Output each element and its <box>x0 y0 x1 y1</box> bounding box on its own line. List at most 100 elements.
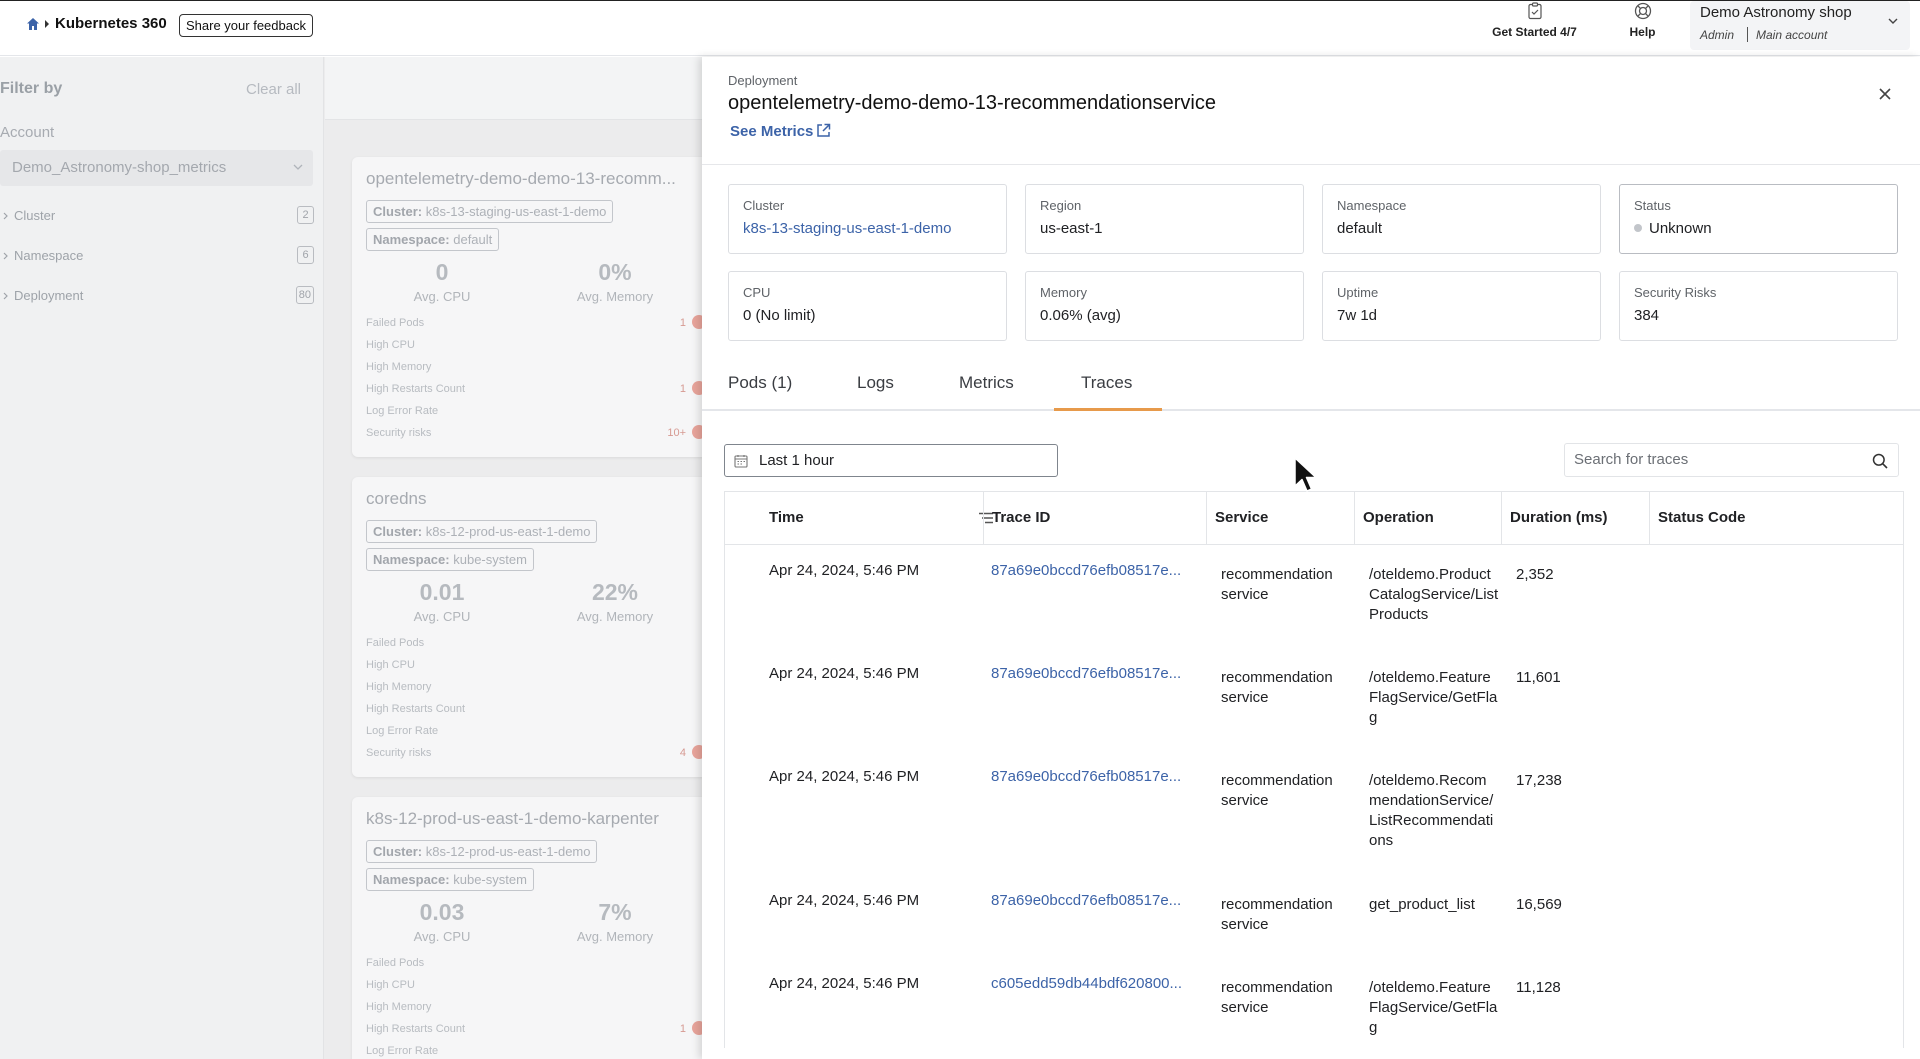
cell-trace-id[interactable]: 87a69e0bccd76efb08517e... <box>991 767 1191 787</box>
share-feedback-button[interactable]: Share your feedback <box>179 14 313 37</box>
trace-search-input[interactable] <box>1574 451 1859 468</box>
traces-table: Time Trace ID Service Operation Duration… <box>724 491 1904 1048</box>
info-value: 0.06% (avg) <box>1040 307 1121 324</box>
filter-group-count: 80 <box>295 286 314 304</box>
info-card-namespace: Namespace default <box>1322 184 1601 254</box>
tag-key: Cluster: <box>373 844 423 859</box>
filter-group-deployment[interactable]: Deployment 80 <box>0 285 314 307</box>
column-header-time[interactable]: Time <box>761 492 1011 544</box>
stat-value: 0% <box>598 259 632 285</box>
tab-traces[interactable]: Traces <box>1081 373 1132 393</box>
column-header-trace-id[interactable]: Trace ID <box>983 492 1206 544</box>
metric-label: Failed Pods <box>366 317 425 329</box>
metric-label: Security risks <box>366 747 432 759</box>
clear-all-link[interactable]: Clear all <box>246 81 301 98</box>
column-header-operation[interactable]: Operation <box>1354 492 1501 544</box>
account-filter-select[interactable]: Demo_Astronomy-shop_metrics <box>0 150 313 186</box>
column-label: Operation <box>1363 509 1434 526</box>
metric-row: High CPU <box>366 659 702 675</box>
home-icon[interactable] <box>26 17 40 31</box>
search-icon[interactable] <box>1872 453 1888 469</box>
info-label: Cluster <box>743 198 785 213</box>
filter-group-namespace[interactable]: Namespace 6 <box>0 245 314 267</box>
metric-label: High Memory <box>366 681 432 693</box>
account-filter-value: Demo_Astronomy-shop_metrics <box>12 159 227 176</box>
info-card-region: Region us-east-1 <box>1025 184 1304 254</box>
card-title: opentelemetry-demo-demo-13-recomm... <box>366 169 676 188</box>
deployment-card[interactable]: coredns Cluster: k8s-12-prod-us-east-1-d… <box>352 477 702 777</box>
see-metrics-label: See Metrics <box>730 123 814 140</box>
cell-duration: 2,352 <box>1516 566 1554 583</box>
mouse-cursor-icon <box>1294 457 1317 492</box>
cluster-tag: Cluster: k8s-12-prod-us-east-1-demo <box>366 840 598 863</box>
table-row[interactable]: Apr 24, 2024, 5:46 PM 87a69e0bccd76efb08… <box>725 648 1903 751</box>
drawer-divider <box>702 164 1920 165</box>
tab-logs[interactable]: Logs <box>857 373 894 393</box>
cell-service: recommendation service <box>1221 566 1333 603</box>
help-button[interactable]: Help <box>1620 1 1665 39</box>
info-value: us-east-1 <box>1040 220 1103 237</box>
time-range-picker[interactable]: Last 1 hour <box>724 444 1058 477</box>
metric-label: Failed Pods <box>366 637 425 649</box>
breadcrumb-title[interactable]: Kubernetes 360 <box>55 15 167 32</box>
status-value: Unknown <box>1634 220 1712 237</box>
tag-value: default <box>453 232 493 247</box>
metric-row: Failed Pods <box>366 957 702 973</box>
alert-dot <box>692 315 702 329</box>
cell-trace-id[interactable]: 87a69e0bccd76efb08517e... <box>991 664 1191 684</box>
filter-group-cluster[interactable]: Cluster 2 <box>0 205 314 227</box>
cell-operation: /oteldemo.FeatureFlagService/GetFlag <box>1369 669 1498 726</box>
chevron-down-icon <box>293 164 303 170</box>
cell-operation: /oteldemo.ProductCatalogService/ListProd… <box>1369 566 1499 623</box>
stat-value: 0.03 <box>419 899 465 925</box>
cell-trace-id[interactable]: c605edd59db44bdf620800... <box>991 974 1191 994</box>
time-range-value: Last 1 hour <box>759 452 835 469</box>
cell-time: Apr 24, 2024, 5:46 PM <box>769 768 920 785</box>
avg-cpu-stat: 0.03 Avg. CPU <box>367 899 517 944</box>
cluster-tag: Cluster: k8s-13-staging-us-east-1-demo <box>366 200 614 223</box>
top-header: Kubernetes 360 Share your feedback Get S… <box>0 0 1920 56</box>
column-label: Service <box>1215 509 1269 526</box>
chevron-right-icon <box>3 292 8 300</box>
alert-dot <box>692 381 702 395</box>
metric-row: Log Error Rate <box>366 1045 702 1059</box>
account-switcher[interactable]: Demo Astronomy shop Admin Main account <box>1690 1 1910 50</box>
metric-row: High CPU <box>366 339 702 355</box>
filter-group-count: 2 <box>297 206 314 224</box>
cluster-link[interactable]: k8s-13-staging-us-east-1-demo <box>743 220 951 237</box>
info-card-status: Status Unknown <box>1619 184 1898 254</box>
tab-metrics[interactable]: Metrics <box>959 373 1014 393</box>
stat-value: 22% <box>591 579 639 605</box>
column-header-status-code[interactable]: Status Code <box>1649 492 1904 544</box>
table-row[interactable]: Apr 24, 2024, 5:46 PM 87a69e0bccd76efb08… <box>725 751 1903 875</box>
cell-time: Apr 24, 2024, 5:46 PM <box>769 892 920 909</box>
tag-value: kube-system <box>453 552 527 567</box>
tag-key: Cluster: <box>373 204 423 219</box>
page-background: Filter by Clear all Account Demo_Astrono… <box>0 57 702 1059</box>
status-dot <box>1634 224 1642 232</box>
tab-pods[interactable]: Pods (1) <box>728 373 792 393</box>
tag-value: k8s-12-prod-us-east-1-demo <box>425 844 591 859</box>
table-row[interactable]: Apr 24, 2024, 5:46 PM 87a69e0bccd76efb08… <box>725 545 1903 648</box>
table-row[interactable]: Apr 24, 2024, 5:46 PM c605edd59db44bdf62… <box>725 958 1903 1048</box>
deployment-card[interactable]: k8s-12-prod-us-east-1-demo-karpenter Clu… <box>352 797 702 1059</box>
cards-header <box>325 57 702 120</box>
see-metrics-link[interactable]: See Metrics <box>730 123 831 140</box>
help-icon <box>1634 2 1651 20</box>
cell-service: recommendation service <box>1221 979 1333 1016</box>
close-icon[interactable] <box>1878 87 1892 101</box>
get-started-button[interactable]: Get Started 4/7 <box>1482 1 1587 39</box>
metric-row: High Restarts Count 1 <box>366 381 702 399</box>
deployment-card[interactable]: opentelemetry-demo-demo-13-recomm... Clu… <box>352 157 702 457</box>
column-header-duration[interactable]: Duration (ms) <box>1501 492 1649 544</box>
column-label: Trace ID <box>992 509 1051 526</box>
info-label: Namespace <box>1337 198 1407 213</box>
column-label: Time <box>769 509 804 526</box>
cell-trace-id[interactable]: 87a69e0bccd76efb08517e... <box>991 891 1191 911</box>
metric-label: Log Error Rate <box>366 1045 439 1057</box>
filter-group-label: Deployment <box>14 288 84 303</box>
cell-trace-id[interactable]: 87a69e0bccd76efb08517e... <box>991 561 1191 581</box>
table-row[interactable]: Apr 24, 2024, 5:46 PM 87a69e0bccd76efb08… <box>725 875 1903 958</box>
column-header-service[interactable]: Service <box>1206 492 1354 544</box>
filter-group-count: 6 <box>297 246 314 264</box>
